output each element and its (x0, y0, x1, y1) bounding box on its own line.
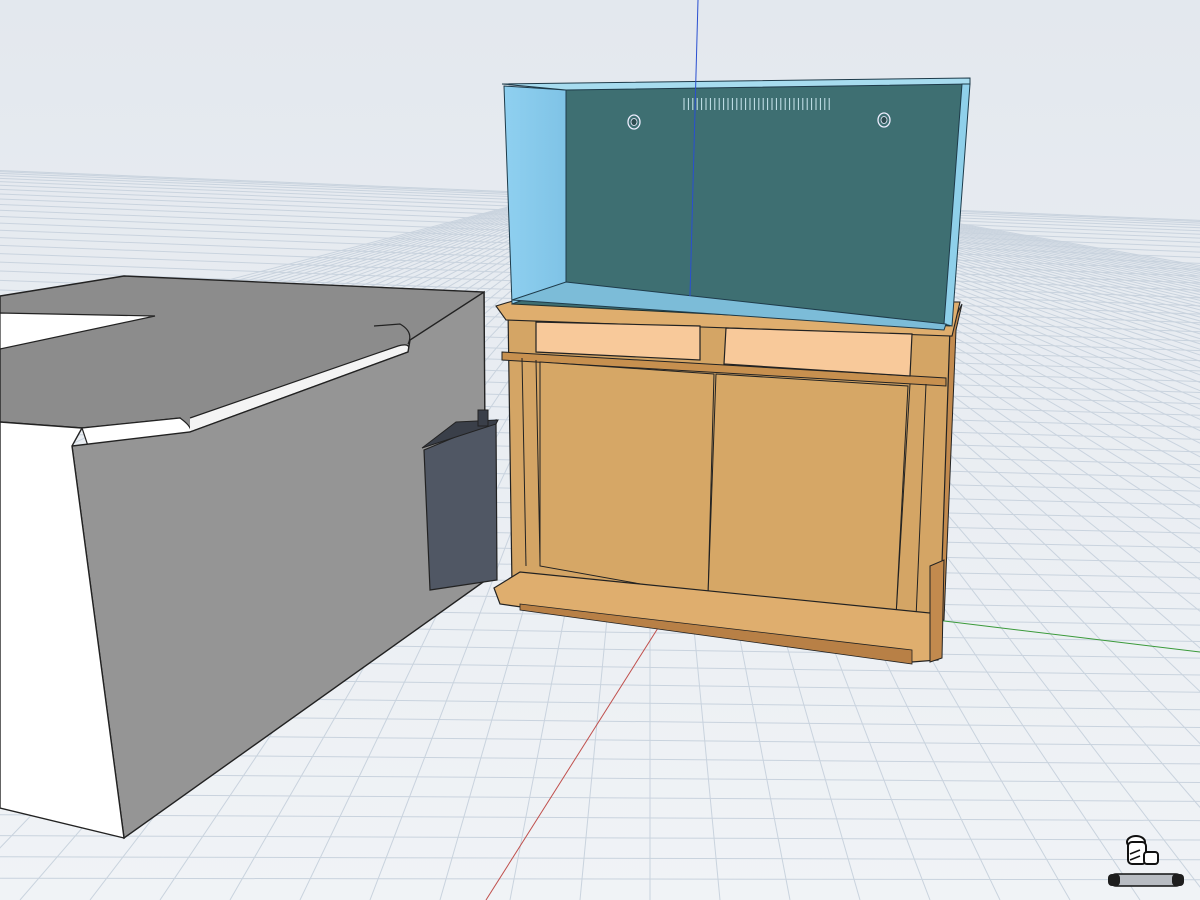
door-right[interactable] (707, 373, 909, 617)
sump-pipe (477, 409, 489, 427)
3d-viewport[interactable] (0, 0, 1200, 900)
nav-widget-part-top (1126, 835, 1159, 865)
sump-box-front (423, 419, 498, 591)
nav-widget-part-bar (1108, 873, 1184, 887)
cabinet-base-side (929, 559, 945, 663)
navigation-cube-icon[interactable] (1100, 832, 1192, 896)
cabinet-stand[interactable] (493, 299, 963, 665)
tank-left-glass (503, 85, 567, 305)
aquarium-tank[interactable] (501, 77, 971, 331)
scene-canvas[interactable] (0, 0, 1200, 900)
door-left[interactable] (539, 361, 715, 597)
